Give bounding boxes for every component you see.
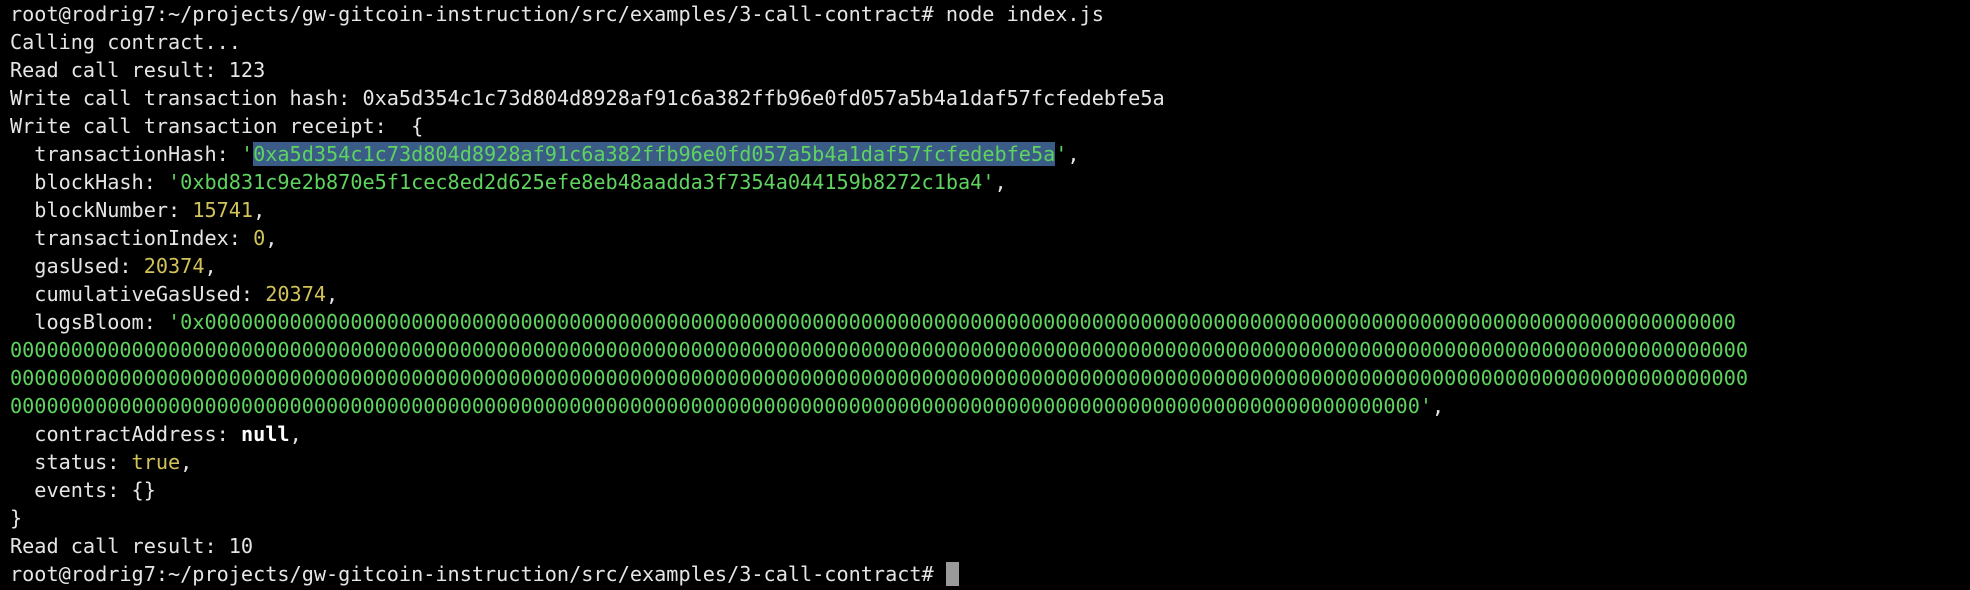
logs-bloom-value: '0x0000000000000000000000000000000000000… — [168, 310, 1736, 334]
comma: , — [1432, 394, 1445, 418]
receipt-key: logsBloom: — [10, 310, 169, 334]
terminal-window[interactable]: root@rodrig7:~/projects/gw-gitcoin-instr… — [0, 0, 1970, 590]
logs-bloom-continuation: 0000000000000000000000000000000000000000… — [10, 392, 1970, 420]
receipt-gas-used: gasUsed: 20374, — [10, 252, 1970, 280]
command-prompt-line[interactable]: root@rodrig7:~/projects/gw-gitcoin-instr… — [10, 560, 1970, 588]
receipt-key: transactionIndex: — [10, 226, 254, 250]
text-cursor — [945, 562, 959, 586]
write-hash-label: Write call transaction hash: — [10, 86, 363, 110]
logs-bloom-value: 0000000000000000000000000000000000000000… — [10, 338, 1749, 362]
logs-bloom-value: 0000000000000000000000000000000000000000… — [10, 366, 1749, 390]
logs-bloom-continuation: 0000000000000000000000000000000000000000… — [10, 336, 1970, 364]
comma: , — [253, 198, 266, 222]
transaction-index-value: 0 — [253, 226, 266, 250]
receipt-closing-brace: } — [10, 506, 23, 530]
logs-bloom-continuation: 0000000000000000000000000000000000000000… — [10, 364, 1970, 392]
receipt-key: status: — [10, 450, 132, 474]
quote-close: ' — [1055, 142, 1068, 166]
receipt-contract-address: contractAddress: null, — [10, 420, 1970, 448]
receipt-key: blockNumber: — [10, 198, 193, 222]
output-receipt-label: Write call transaction receipt: { — [10, 114, 424, 138]
receipt-key: blockHash: — [10, 170, 169, 194]
write-hash-value[interactable]: 0xa5d354c1c73d804d8928af91c6a382ffb96e0f… — [362, 86, 1164, 110]
receipt-key: cumulativeGasUsed: — [10, 282, 266, 306]
receipt-events: events: {} — [10, 478, 156, 502]
output-calling: Calling contract... — [10, 30, 241, 54]
comma: , — [204, 254, 217, 278]
gas-used-value: 20374 — [143, 254, 205, 278]
receipt-transaction-hash: transactionHash: '0xa5d354c1c73d804d8928… — [10, 140, 1970, 168]
command-text: root@rodrig7:~/projects/gw-gitcoin-instr… — [10, 2, 1104, 26]
receipt-block-hash: blockHash: '0xbd831c9e2b870e5f1cec8ed2d6… — [10, 168, 1970, 196]
cumulative-gas-used-value: 20374 — [265, 282, 327, 306]
receipt-status: status: true, — [10, 448, 1970, 476]
block-number-value: 15741 — [192, 198, 254, 222]
output-write-hash: Write call transaction hash: 0xa5d354c1c… — [10, 84, 1970, 112]
receipt-key: transactionHash: — [10, 142, 241, 166]
comma: , — [326, 282, 339, 306]
receipt-cumulative-gas-used: cumulativeGasUsed: 20374, — [10, 280, 1970, 308]
receipt-key: contractAddress: — [10, 422, 241, 446]
selected-transaction-hash[interactable]: 0xa5d354c1c73d804d8928af91c6a382ffb96e0f… — [253, 142, 1056, 166]
output-read-result: Read call result: 10 — [10, 534, 254, 558]
comma: , — [289, 422, 302, 446]
block-hash-value[interactable]: '0xbd831c9e2b870e5f1cec8ed2d625efe8eb48a… — [168, 170, 994, 194]
receipt-key: gasUsed: — [10, 254, 144, 278]
receipt-block-number: blockNumber: 15741, — [10, 196, 1970, 224]
comma: , — [265, 226, 278, 250]
prompt-text: root@rodrig7:~/projects/gw-gitcoin-instr… — [10, 562, 946, 586]
comma: , — [1067, 142, 1080, 166]
comma: , — [994, 170, 1007, 194]
comma: , — [180, 450, 193, 474]
receipt-logs-bloom: logsBloom: '0x00000000000000000000000000… — [10, 308, 1970, 336]
logs-bloom-value: 0000000000000000000000000000000000000000… — [10, 394, 1433, 418]
output-read-result: Read call result: 123 — [10, 58, 266, 82]
status-value: true — [131, 450, 181, 474]
quote-open: ' — [240, 142, 254, 166]
contract-address-value: null — [240, 422, 290, 446]
command-prompt-line: root@rodrig7:~/projects/gw-gitcoin-instr… — [10, 0, 1970, 28]
receipt-transaction-index: transactionIndex: 0, — [10, 224, 1970, 252]
